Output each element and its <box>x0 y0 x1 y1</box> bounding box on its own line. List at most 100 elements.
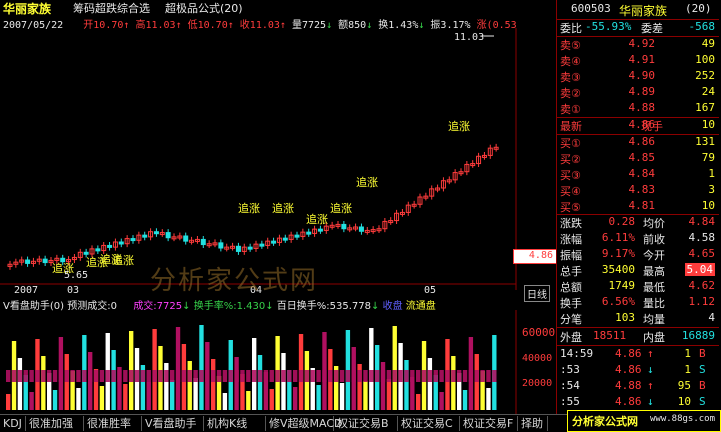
stat-value: 6.11% <box>601 231 635 244</box>
current-price-tag: 4.86 <box>513 249 557 264</box>
volume-bar <box>234 357 239 410</box>
volume-bar <box>404 360 409 410</box>
candle <box>358 226 364 232</box>
volume-bar-band <box>123 370 128 382</box>
tab-6[interactable]: 权证交易B <box>334 416 398 431</box>
brand-label: 分析家公式网 <box>572 415 638 428</box>
tick-side: B <box>699 347 706 360</box>
buy-level-label: 买⑤ <box>560 201 581 214</box>
buy-row-1[interactable]: 买① 4.86 131 <box>557 135 719 151</box>
high-marker: 11.03 <box>454 32 484 43</box>
volume-bar <box>427 358 433 410</box>
tick-price: 4.86 <box>615 395 642 408</box>
volume-bar-band <box>35 370 40 382</box>
buy-row-2[interactable]: 买② 4.85 79 <box>557 151 719 167</box>
stat-label-2: 今开 <box>643 249 665 262</box>
formula-menu-2[interactable]: 超极品公式(20) <box>165 0 243 16</box>
sell-row-2[interactable]: 卖② 4.89 24 <box>557 85 719 101</box>
stat-label: 总手 <box>560 265 582 278</box>
low-marker: 5.65 <box>64 270 88 281</box>
stat-label-2: 均价 <box>643 217 665 230</box>
volume-bar <box>416 394 421 410</box>
tab-5[interactable]: 修V超级MACD <box>266 416 343 431</box>
tab-2[interactable]: 很准胜率 <box>84 416 142 431</box>
formula-menu-1[interactable]: 筹码超跌综合选 <box>73 0 150 16</box>
volume-bar <box>363 381 368 410</box>
buy-price: 4.85 <box>628 151 656 164</box>
volume-chart[interactable]: 60000 40000 20000 <box>0 310 556 414</box>
tab-4[interactable]: 机构K线 <box>204 416 266 431</box>
daily-period-button[interactable]: 日线 <box>524 285 550 302</box>
buy-volume: 79 <box>701 151 715 164</box>
stat-value-2: 4.65 <box>688 247 716 260</box>
candle <box>83 251 89 255</box>
sell-level-label: 卖③ <box>560 71 581 84</box>
volume-bar-band <box>228 370 233 382</box>
stat-value-2: 1.12 <box>688 295 716 308</box>
volume-bar-band <box>433 370 438 382</box>
volume-bar-band <box>281 370 286 382</box>
volume-bar-band <box>82 370 87 382</box>
volume-bar-band <box>6 370 11 382</box>
tab-3[interactable]: V看盘助手 <box>142 416 204 431</box>
volume-bar <box>41 356 46 410</box>
volume-bar-band <box>404 370 409 382</box>
tab-9[interactable]: 择助 <box>518 416 548 431</box>
axis-label-03: 03 <box>67 285 80 296</box>
tab-7[interactable]: 权证交易C <box>398 416 460 431</box>
stat-row: 涨幅 6.11% 前收 4.58 <box>557 231 719 247</box>
volume-bar-band <box>462 370 468 382</box>
candle <box>294 234 300 238</box>
volume-bar <box>199 325 204 410</box>
sell-row-4[interactable]: 卖④ 4.91 100 <box>557 53 719 69</box>
tick-arrow: ↑ <box>647 379 654 392</box>
candle <box>165 232 171 239</box>
volume-bar <box>76 388 81 410</box>
candle <box>183 235 189 242</box>
sell-row-1[interactable]: 卖① 4.88 167 <box>557 101 719 117</box>
candle <box>200 238 206 246</box>
volume-bar-band <box>158 370 163 382</box>
brand-badge[interactable]: 分析家公式网 www.88gs.com <box>567 410 721 432</box>
quote-panel: 600503 华丽家族 (20) 委比 -55.93% 委差 -568 卖⑤ 4.… <box>556 0 721 414</box>
volume-bar-band <box>287 370 292 382</box>
volume-bar-band <box>269 370 274 382</box>
volume-bar-band <box>134 370 140 382</box>
volume-bar <box>29 392 34 410</box>
buy-volume: 131 <box>695 135 715 148</box>
stat-value-2: 4.84 <box>688 215 716 228</box>
sell-price: 4.91 <box>628 53 656 66</box>
volume-bar-band <box>99 370 105 382</box>
tab-0[interactable]: KDJ <box>0 416 26 431</box>
volume-bar <box>451 356 456 410</box>
stat-value: 1749 <box>608 279 636 292</box>
kline-chart[interactable]: 追涨 追涨追涨追涨 追涨追涨追涨追涨追涨追涨 11.03 5.65 <box>0 28 518 290</box>
sell-row-5[interactable]: 卖⑤ 4.92 49 <box>557 37 719 53</box>
tick-time: 14:59 <box>560 347 594 360</box>
volume-bar-band <box>170 370 175 382</box>
buy-row-3[interactable]: 买③ 4.84 1 <box>557 167 719 183</box>
volume-bar-band <box>93 370 99 382</box>
volume-bar-band <box>275 370 280 382</box>
volume-bar-band <box>211 370 216 382</box>
volume-bar <box>17 358 23 410</box>
volume-bar <box>386 379 392 410</box>
buy-row-5[interactable]: 买⑤ 4.81 10 <box>557 199 719 215</box>
sell-level-label: 卖④ <box>560 55 581 68</box>
volume-bar-band <box>293 370 298 382</box>
sell-level-label: 卖② <box>560 87 581 100</box>
volume-bar-band <box>146 370 151 382</box>
candle <box>306 231 312 235</box>
buy-row-4[interactable]: 买④ 4.83 3 <box>557 183 719 199</box>
stat-row: 振幅 9.17% 今开 4.65 <box>557 247 719 263</box>
tick-row: 14:59 4.86 ↑ 1 B <box>557 347 719 363</box>
signal-label: 追涨 <box>448 119 470 133</box>
tab-8[interactable]: 权证交易F <box>460 416 518 431</box>
latest-row: 最新 4.86 现手 10 <box>560 118 715 133</box>
buy-price: 4.81 <box>628 199 656 212</box>
tab-1[interactable]: 很准加强 <box>26 416 84 431</box>
volume-bar <box>99 386 105 410</box>
sell-price: 4.92 <box>628 37 656 50</box>
sell-volume: 252 <box>695 69 715 82</box>
sell-row-3[interactable]: 卖③ 4.90 252 <box>557 69 719 85</box>
